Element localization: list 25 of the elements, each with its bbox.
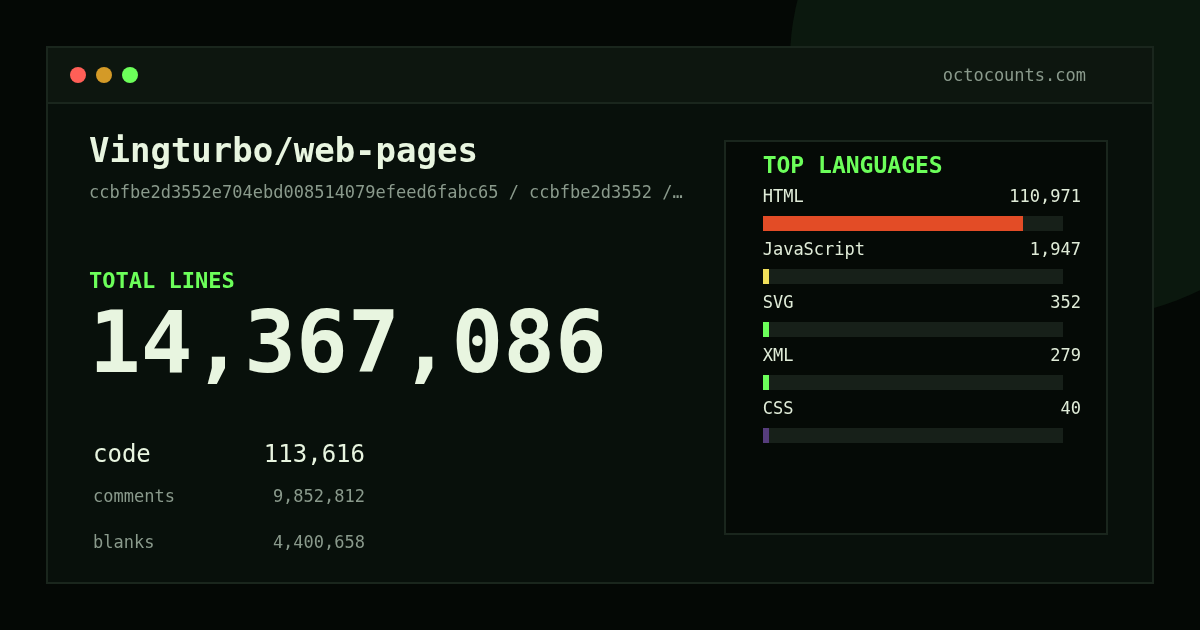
stat-label: code: [93, 440, 151, 468]
stat-value: 4,400,658: [272, 532, 365, 552]
commit-path: ccbfbe2d3552e704ebd008514079efeed6fabc65 / ccbfbe2d3552 /…: [89, 182, 684, 202]
language-count: 1,947: [1029, 239, 1081, 259]
stat-value: 9,852,812: [272, 486, 365, 506]
minimize-icon[interactable]: [96, 67, 112, 83]
maximize-icon[interactable]: [122, 67, 138, 83]
language-count: 352: [1050, 292, 1081, 312]
language-count: 40: [1060, 398, 1081, 418]
site-url: octocounts.com: [942, 65, 1086, 85]
total-value: 14,367,086: [89, 299, 608, 385]
stat-label: comments: [93, 486, 175, 506]
panel-title: TOP LANGUAGES: [762, 152, 944, 178]
language-name: JavaScript: [762, 239, 866, 259]
stat-value: 113,616: [263, 440, 365, 468]
language-count: 279: [1050, 345, 1081, 365]
language-name: HTML: [762, 186, 804, 206]
close-icon[interactable]: [70, 67, 86, 83]
total-label: TOTAL LINES: [89, 268, 236, 293]
language-name: SVG: [762, 292, 794, 312]
language-name: CSS: [762, 398, 794, 418]
language-name: XML: [762, 345, 794, 365]
language-count: 110,971: [1009, 186, 1081, 206]
stat-label: blanks: [93, 532, 155, 552]
repo-name: Vingturbo/web-pages: [89, 130, 479, 170]
